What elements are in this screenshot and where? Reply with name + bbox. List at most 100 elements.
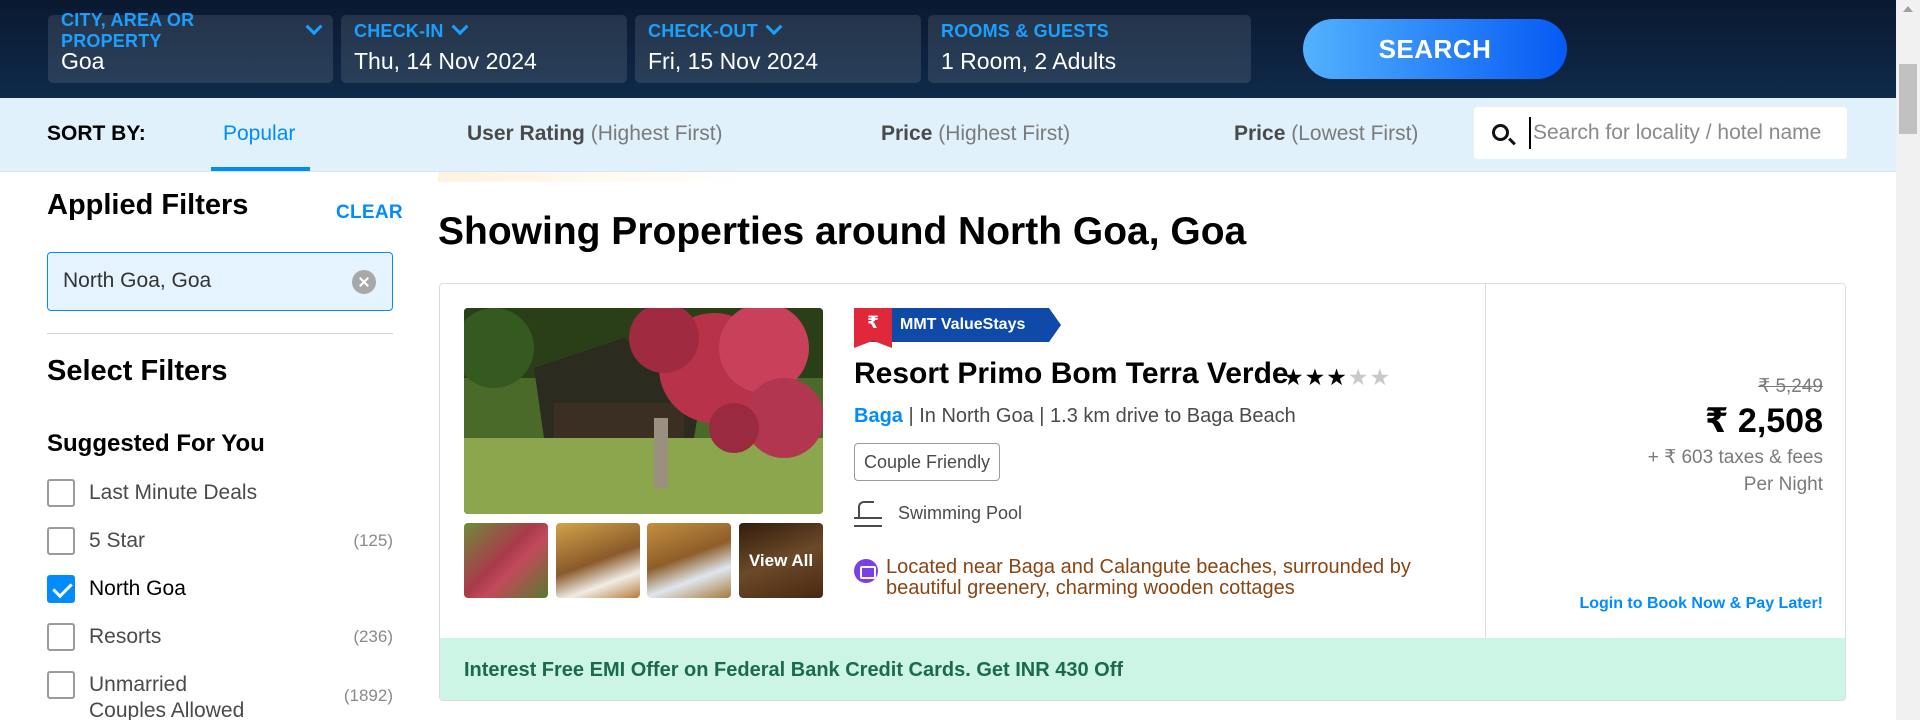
- location-highlight-icon: [854, 559, 878, 583]
- sort-option-sub: (Lowest First): [1291, 122, 1419, 145]
- previous-content-edge: [438, 172, 748, 182]
- view-all-photos-button[interactable]: View All: [739, 523, 823, 598]
- filter-unmarried-couples[interactable]: Unmarried Couples Allowed (1892): [47, 668, 393, 720]
- select-filters-title: Select Filters: [47, 355, 228, 387]
- hotel-location: Baga | In North Goa | 1.3 km drive to Ba…: [854, 405, 1296, 428]
- filter-last-minute-deals[interactable]: Last Minute Deals: [47, 476, 393, 516]
- highlight-text: Located near Baga and Calangute beaches,…: [886, 556, 1411, 599]
- search-button[interactable]: SEARCH: [1303, 19, 1567, 79]
- checkout-field[interactable]: CHECK-OUT Fri, 15 Nov 2024: [635, 15, 921, 83]
- sort-option-label: Price: [881, 122, 933, 145]
- sort-option-price-low[interactable]: Price (Lowest First): [1234, 122, 1418, 146]
- hotel-main-image[interactable]: [464, 308, 823, 514]
- locality-search-box[interactable]: [1474, 107, 1847, 159]
- sort-option-popular[interactable]: Popular: [223, 122, 295, 146]
- filter-label: Unmarried Couples Allowed: [89, 673, 245, 720]
- star-filled-icon: ★: [1283, 364, 1305, 390]
- final-price: ₹ 2,508: [1704, 402, 1823, 440]
- sort-option-sub: (Highest First): [938, 122, 1071, 145]
- clear-filters-link[interactable]: CLEAR: [336, 202, 403, 224]
- search-icon: [1492, 124, 1509, 141]
- search-header: CITY, AREA OR PROPERTY Goa CHECK-IN Thu,…: [0, 0, 1896, 98]
- filter-5-star[interactable]: 5 Star (125): [47, 524, 393, 564]
- filter-checkbox[interactable]: [47, 479, 75, 507]
- filter-resorts[interactable]: Resorts (236): [47, 620, 393, 660]
- checkout-field-value: Fri, 15 Nov 2024: [648, 48, 819, 74]
- chevron-down-icon: [765, 18, 783, 36]
- sort-option-user-rating[interactable]: User Rating (Highest First): [467, 122, 723, 146]
- filter-label: Last Minute Deals: [89, 481, 258, 504]
- applied-filter-label: North Goa, Goa: [63, 269, 212, 292]
- filter-label: Resorts: [89, 625, 162, 648]
- login-to-book-link[interactable]: Login to Book Now & Pay Later!: [1579, 595, 1823, 613]
- couple-friendly-tag: Couple Friendly: [854, 443, 1001, 481]
- sort-option-label: Price: [1234, 122, 1286, 145]
- applied-filter-chip: North Goa, Goa: [47, 252, 393, 311]
- price-section: ₹ 5,249 ₹ 2,508 + ₹ 603 taxes & fees Per…: [1485, 284, 1845, 638]
- filter-label: North Goa: [89, 577, 186, 600]
- hotel-thumbnail[interactable]: [647, 523, 731, 598]
- hotel-thumbnail[interactable]: [464, 523, 548, 598]
- sort-by-label: SORT BY:: [47, 122, 146, 145]
- remove-filter-icon[interactable]: [352, 270, 376, 294]
- rooms-guests-label: ROOMS & GUESTS: [941, 20, 1109, 41]
- sort-option-label: User Rating: [467, 122, 585, 145]
- badge-label: MMT ValueStays: [900, 316, 1026, 333]
- scroll-up-arrow-icon[interactable]: [1903, 6, 1913, 12]
- city-field-label: CITY, AREA OR PROPERTY: [61, 10, 195, 51]
- area-link[interactable]: Baga: [854, 405, 903, 427]
- rooms-guests-value: 1 Room, 2 Adults: [941, 48, 1117, 74]
- active-sort-indicator: [211, 167, 310, 171]
- hotel-card[interactable]: View All ₹ MMT ValueStays Resort Primo B…: [439, 283, 1846, 701]
- page-scrollbar[interactable]: [1896, 0, 1920, 720]
- chevron-down-icon: [305, 18, 323, 36]
- city-field-value: Goa: [61, 48, 105, 74]
- checkin-field[interactable]: CHECK-IN Thu, 14 Nov 2024: [341, 15, 627, 83]
- filters-sidebar: Applied Filters CLEAR North Goa, Goa Sel…: [47, 172, 403, 720]
- view-all-label: View All: [739, 523, 823, 598]
- filter-count: (1892): [343, 686, 393, 705]
- star-filled-icon: ★: [1304, 364, 1327, 390]
- filter-label: 5 Star: [89, 529, 146, 552]
- applied-filters-title: Applied Filters: [47, 189, 249, 221]
- hotel-photo-illustration: [464, 308, 823, 514]
- sort-option-sub: (Highest First): [590, 122, 723, 145]
- star-rating: ★★★★★: [1283, 364, 1391, 391]
- hotel-name[interactable]: Resort Primo Bom Terra Verde: [854, 357, 1289, 391]
- suggested-title: Suggested For You: [47, 430, 265, 457]
- star-empty-icon: ★: [1369, 364, 1392, 390]
- swimming-pool-icon: [854, 501, 884, 527]
- original-price: ₹ 5,249: [1758, 376, 1823, 397]
- scroll-thumb[interactable]: [1899, 64, 1917, 134]
- hotel-thumbnail[interactable]: [556, 523, 640, 598]
- taxes-and-fees: + ₹ 603 taxes & fees: [1647, 447, 1823, 468]
- star-filled-icon: ★: [1326, 364, 1348, 390]
- filter-north-goa[interactable]: North Goa: [47, 572, 393, 612]
- hotel-highlight: Located near Baga and Calangute beaches,…: [854, 557, 1434, 599]
- amenity-label: Swimming Pool: [898, 502, 1023, 523]
- star-empty-icon: ★: [1347, 364, 1370, 390]
- emi-offer-banner: Interest Free EMI Offer on Federal Bank …: [440, 638, 1845, 700]
- results-heading: Showing Properties around North Goa, Goa: [438, 210, 1247, 253]
- checkin-field-label: CHECK-IN: [354, 20, 444, 41]
- checkin-field-value: Thu, 14 Nov 2024: [354, 48, 537, 74]
- city-field[interactable]: CITY, AREA OR PROPERTY Goa: [48, 10, 333, 83]
- filter-checkbox-checked[interactable]: [47, 575, 75, 603]
- chevron-down-icon: [451, 18, 469, 36]
- sort-option-label: Popular: [223, 122, 296, 145]
- filter-checkbox[interactable]: [47, 527, 75, 555]
- rooms-guests-field[interactable]: ROOMS & GUESTS 1 Room, 2 Adults: [928, 15, 1251, 83]
- locality-search-input[interactable]: [1529, 117, 1829, 149]
- filter-count: (236): [353, 627, 393, 646]
- rupee-icon: ₹: [854, 308, 892, 348]
- sort-option-price-high[interactable]: Price (Highest First): [881, 122, 1070, 146]
- filter-checkbox[interactable]: [47, 623, 75, 651]
- checkout-field-label: CHECK-OUT: [648, 20, 758, 41]
- valuestays-badge: ₹ MMT ValueStays: [854, 308, 1062, 348]
- per-night-label: Per Night: [1743, 474, 1823, 495]
- location-details: | In North Goa | 1.3 km drive to Baga Be…: [902, 405, 1296, 427]
- filter-checkbox[interactable]: [47, 671, 75, 699]
- amenity-item: Swimming Pool: [854, 501, 1023, 527]
- filter-count: (125): [353, 531, 393, 550]
- page: CITY, AREA OR PROPERTY Goa CHECK-IN Thu,…: [0, 0, 1920, 720]
